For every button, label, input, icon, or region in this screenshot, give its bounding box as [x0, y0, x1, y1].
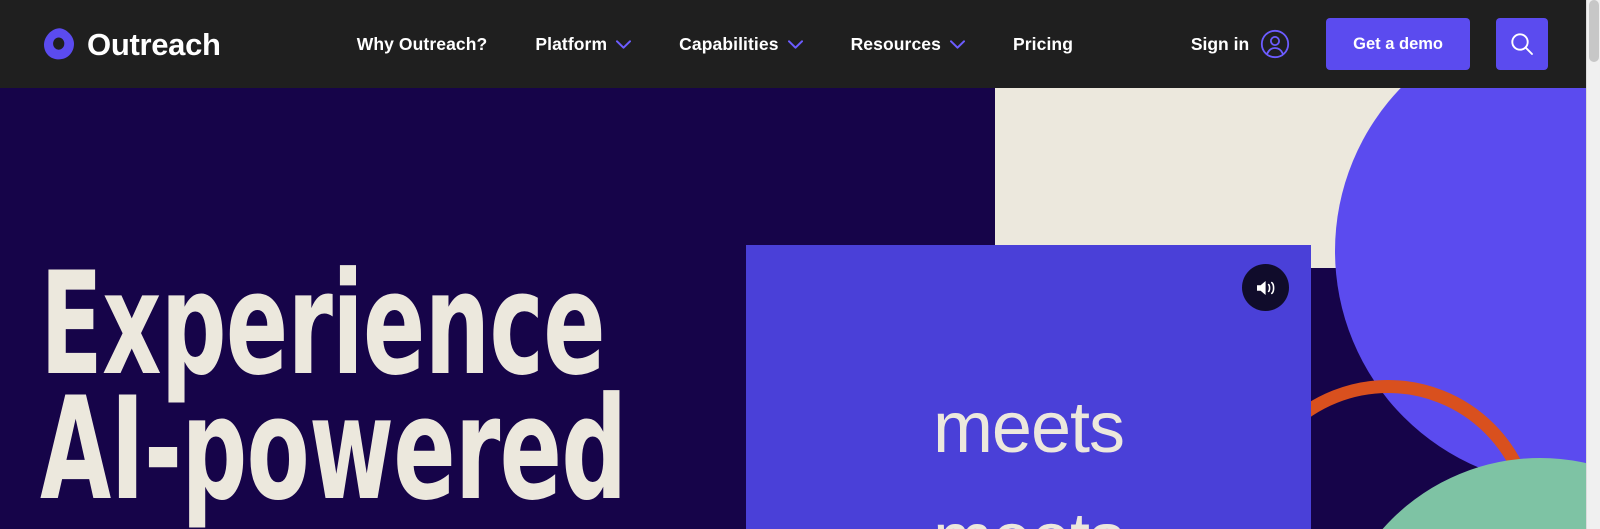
scrollbar-thumb[interactable] [1589, 0, 1599, 62]
outreach-blob-logo-icon [44, 28, 74, 60]
nav-right-actions: Sign in Get a demo [1191, 18, 1586, 70]
get-a-demo-button[interactable]: Get a demo [1326, 18, 1470, 70]
sound-on-icon [1256, 280, 1274, 295]
user-avatar-icon [1261, 29, 1290, 59]
top-navigation-bar: Outreach Why Outreach? Platform Capabili… [0, 0, 1586, 88]
nav-item-label: Resources [850, 33, 941, 54]
brand-logo-link[interactable]: Outreach [42, 27, 221, 61]
nav-item-pricing[interactable]: Pricing [989, 34, 1097, 55]
hero-video-card[interactable]: meets meets [746, 245, 1311, 529]
nav-item-platform[interactable]: Platform [511, 34, 655, 55]
chevron-down-icon [787, 39, 803, 49]
nav-item-label: Why Outreach? [356, 33, 488, 54]
page-scrollbar[interactable] [1586, 0, 1600, 529]
nav-item-label: Capabilities [679, 33, 779, 54]
hero-section: Experience AI-powered meets meets [0, 88, 1586, 529]
chevron-down-icon [616, 39, 632, 49]
chevron-down-icon [949, 39, 965, 49]
hero-headline-line-2: AI-powered [40, 366, 627, 529]
nav-item-capabilities[interactable]: Capabilities [655, 34, 826, 55]
nav-links: Why Outreach? Platform Capabilities Reso… [333, 34, 1097, 55]
video-card-word-1: meets [932, 388, 1125, 468]
nav-item-resources[interactable]: Resources [827, 34, 989, 55]
video-card-word-2: meets [746, 484, 1311, 529]
browser-viewport: Outreach Why Outreach? Platform Capabili… [0, 0, 1600, 529]
search-button[interactable] [1496, 18, 1548, 70]
search-icon [1511, 33, 1533, 55]
video-card-words: meets meets [746, 373, 1311, 529]
nav-item-why-outreach[interactable]: Why Outreach? [333, 34, 512, 55]
hero-headline: Experience AI-powered [40, 254, 627, 529]
sign-in-label: Sign in [1190, 33, 1250, 54]
nav-item-label: Pricing [1012, 33, 1073, 54]
sign-in-link[interactable]: Sign in [1191, 29, 1290, 59]
sound-toggle-button[interactable] [1242, 264, 1289, 311]
nav-item-label: Platform [535, 33, 608, 54]
brand-name: Outreach [87, 26, 221, 62]
